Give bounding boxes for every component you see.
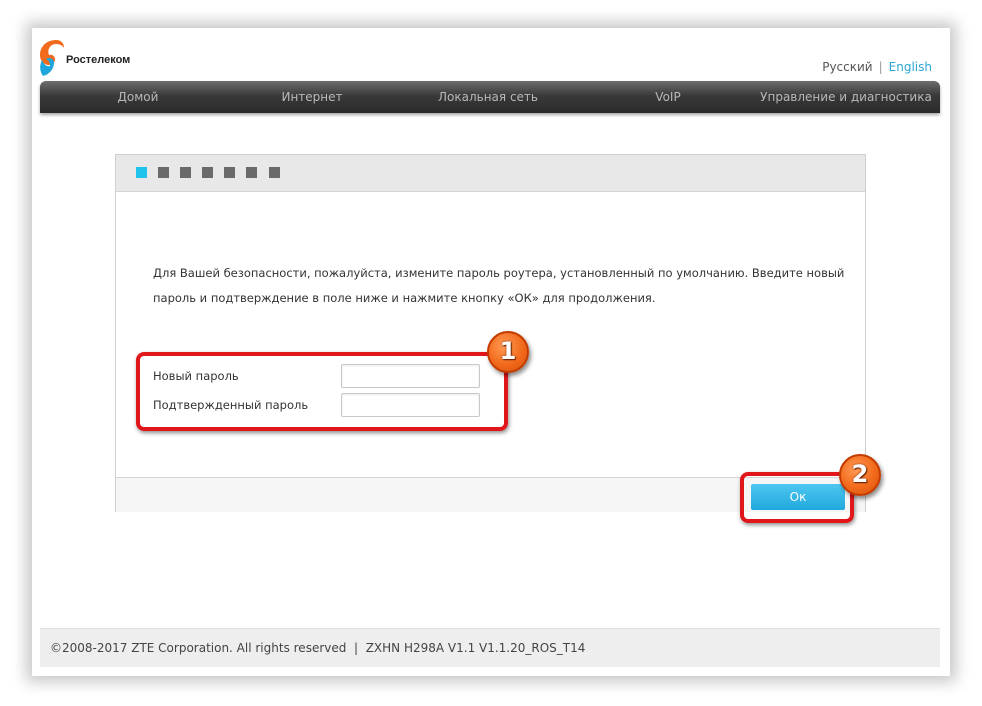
wizard-description: Для Вашей безопасности, пожалуйста, изме… (153, 266, 845, 305)
footer-separator: | (354, 641, 359, 655)
wizard-step-1 (136, 167, 147, 178)
wizard-step-3 (180, 167, 191, 178)
highlight-ok-button (740, 472, 854, 523)
nav-management-diagnostics[interactable]: Управление и диагностика (756, 81, 936, 113)
language-separator: | (878, 60, 883, 74)
wizard-step-7 (269, 167, 280, 178)
highlight-password-fields (136, 352, 508, 431)
wizard-step-5 (224, 167, 235, 178)
page-footer: ©2008-2017 ZTE Corporation. All rights r… (40, 628, 940, 667)
annotation-badge-1: 1 (487, 331, 529, 373)
footer-copyright: ©2008-2017 ZTE Corporation. All rights r… (50, 641, 347, 655)
language-english[interactable]: English (889, 60, 932, 74)
nav-home[interactable]: Домой (98, 81, 178, 113)
wizard-step-2 (158, 167, 169, 178)
nav-voip[interactable]: VoIP (638, 81, 698, 113)
password-wizard-card: Для Вашей безопасности, пожалуйста, изме… (115, 154, 866, 512)
wizard-progress (116, 155, 865, 192)
language-switch: Русский | English (822, 60, 932, 74)
nav-internet[interactable]: Интернет (272, 81, 352, 113)
footer-text: ©2008-2017 ZTE Corporation. All rights r… (50, 629, 585, 667)
nav-local-network[interactable]: Локальная сеть (433, 81, 543, 113)
footer-version: ZXHN H298A V1.1 V1.1.20_ROS_T14 (365, 641, 586, 655)
language-russian[interactable]: Русский (822, 60, 872, 74)
wizard-step-6 (246, 167, 257, 178)
wizard-step-4 (202, 167, 213, 178)
annotation-badge-2: 2 (839, 454, 881, 496)
rostelecom-logo: Ростелеком (38, 38, 148, 78)
brand-name: Ростелеком (66, 54, 131, 66)
main-nav: Домой Интернет Локальная сеть VoIP Управ… (40, 81, 940, 113)
